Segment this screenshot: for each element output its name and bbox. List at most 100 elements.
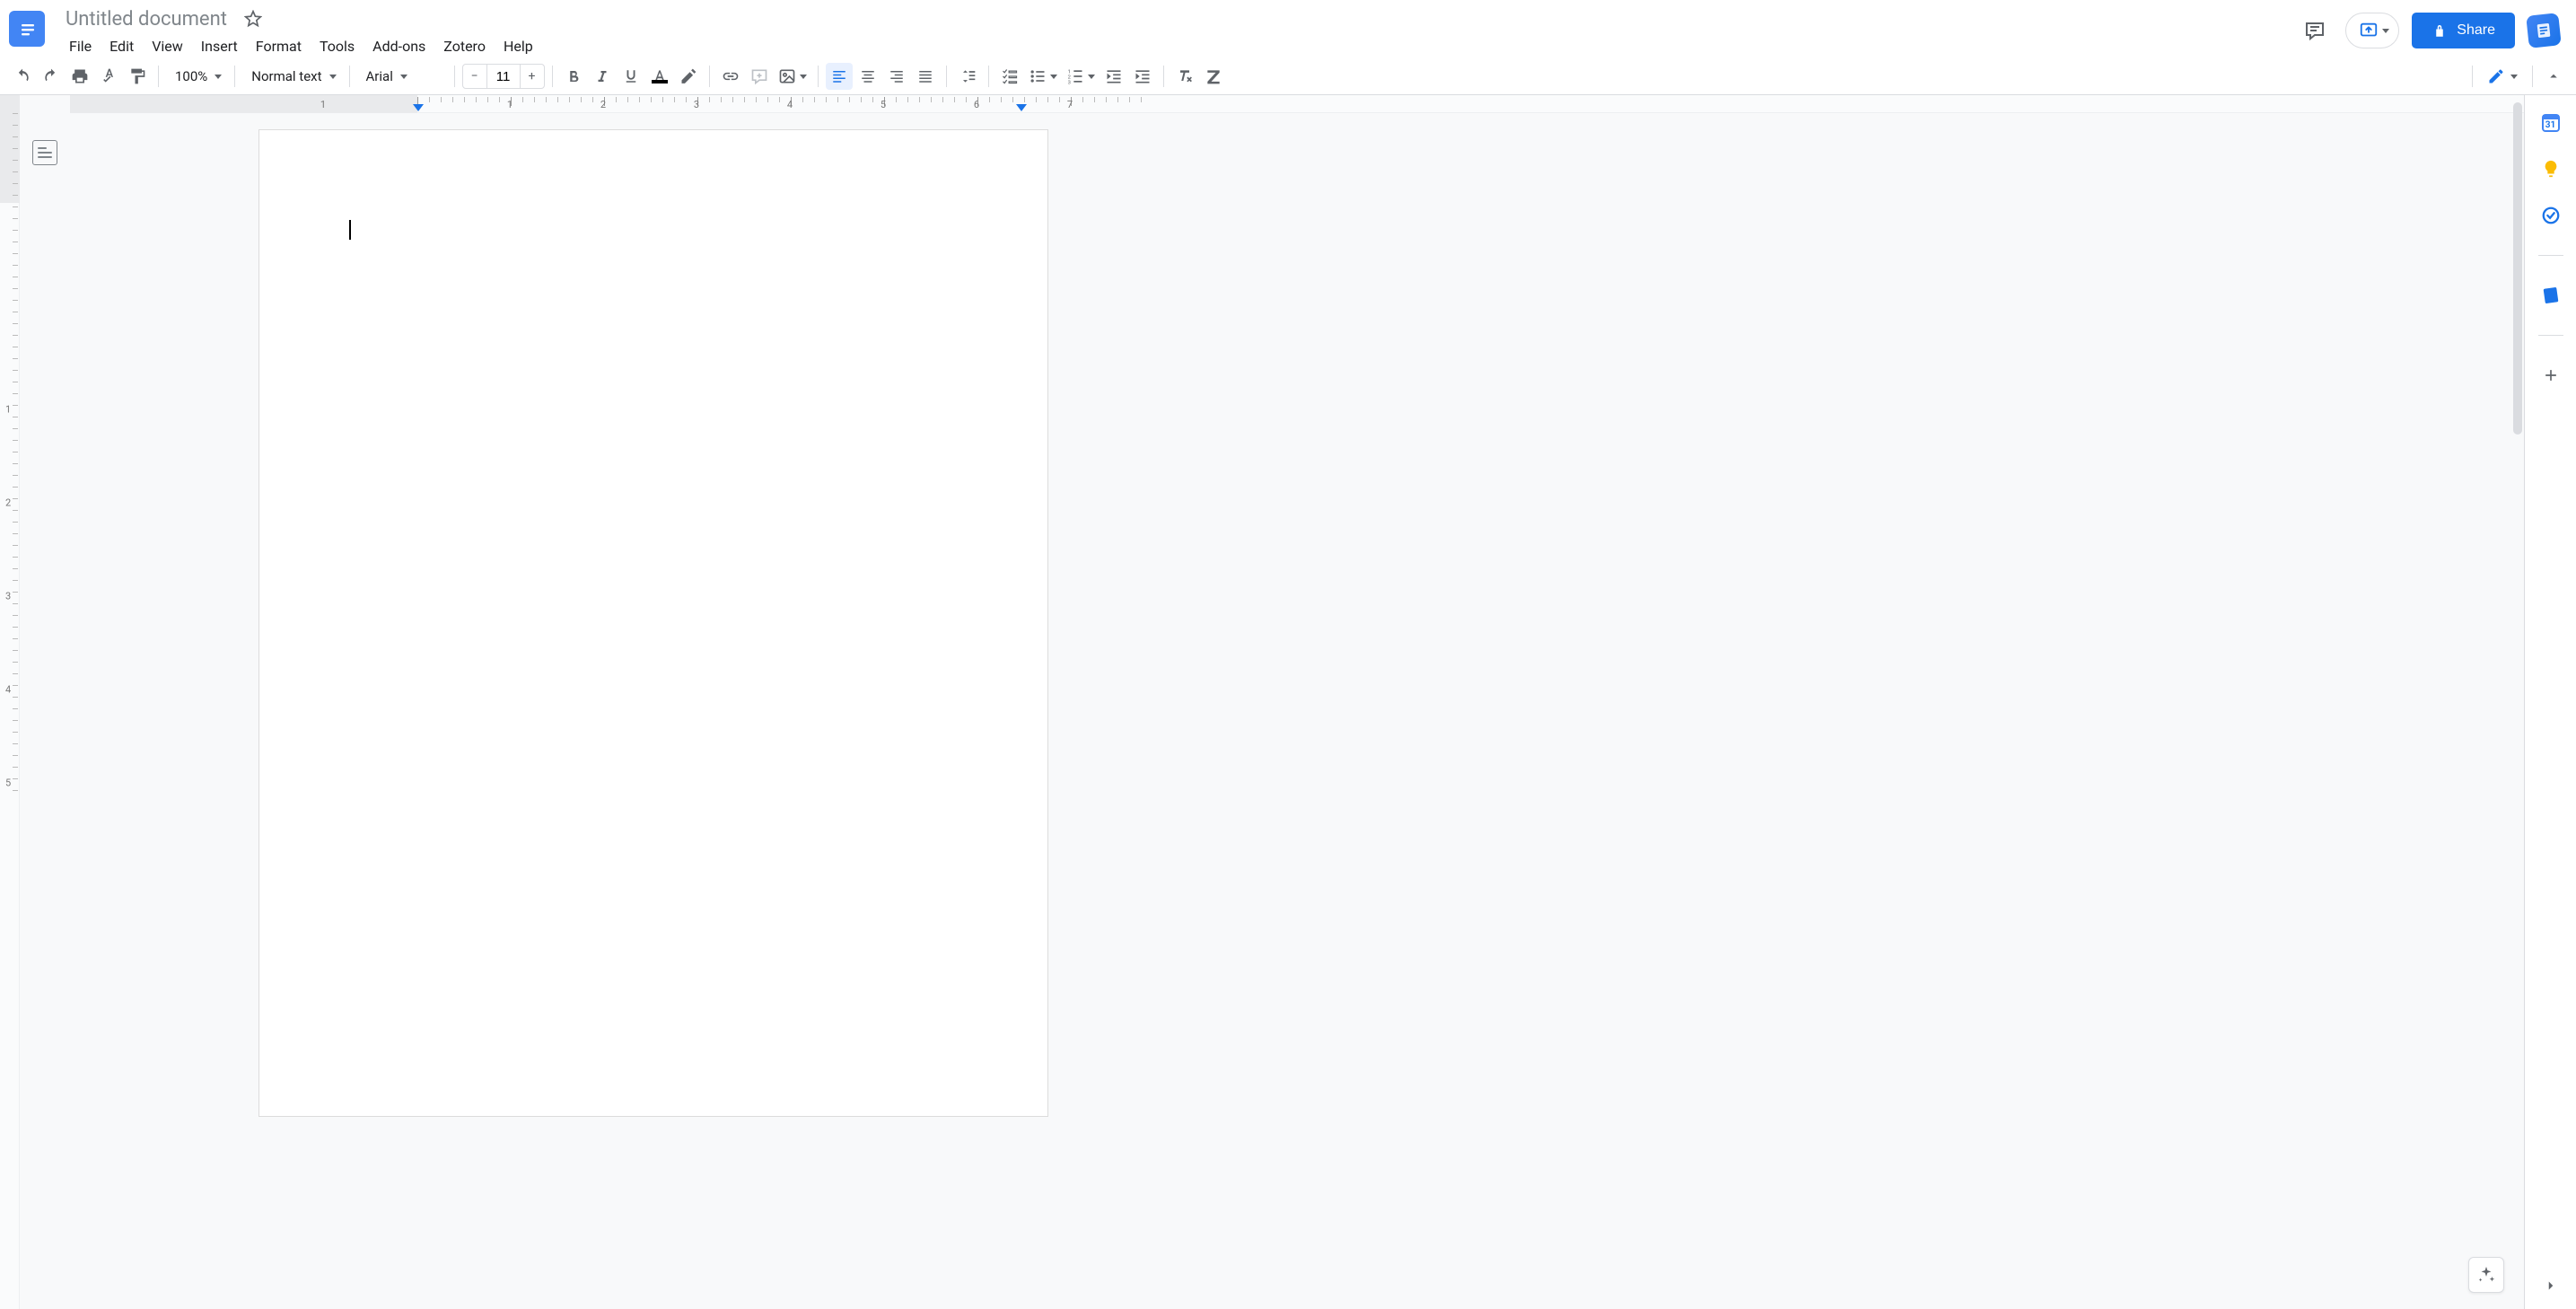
- menu-edit[interactable]: Edit: [101, 34, 142, 58]
- header-actions: Share: [2297, 13, 2560, 48]
- app-header: Untitled document File Edit View Insert …: [0, 0, 2576, 57]
- toolbar-separator: [158, 66, 159, 87]
- present-button[interactable]: [2345, 13, 2399, 48]
- chevron-down-icon: [2382, 29, 2389, 33]
- paint-format-icon[interactable]: [124, 63, 151, 90]
- toolbar-separator: [1163, 66, 1164, 87]
- chevron-down-icon: [800, 75, 807, 79]
- align-justify-icon[interactable]: [912, 63, 939, 90]
- document-canvas[interactable]: 11234567: [70, 95, 2524, 1309]
- vertical-ruler[interactable]: 12345: [0, 95, 20, 1309]
- side-panel-divider: [2538, 255, 2563, 256]
- document-title-input[interactable]: Untitled document: [61, 7, 232, 31]
- title-row: Untitled document: [61, 7, 2562, 31]
- zoom-value: 100%: [175, 68, 207, 84]
- italic-icon[interactable]: [589, 63, 616, 90]
- insert-comment-icon[interactable]: [746, 63, 773, 90]
- menu-tools[interactable]: Tools: [311, 34, 363, 58]
- calendar-day-label: 31: [2545, 120, 2555, 130]
- numbered-list-icon[interactable]: 123: [1063, 63, 1099, 90]
- paragraph-style-dropdown[interactable]: Normal text: [242, 63, 341, 90]
- side-panel-divider: [2538, 335, 2563, 336]
- workspace: 12345 11234567 31: [0, 95, 2576, 1309]
- chevron-down-icon: [215, 75, 222, 79]
- horizontal-ruler[interactable]: 11234567: [70, 95, 2524, 113]
- svg-text:3: 3: [1067, 80, 1070, 85]
- keep-icon[interactable]: [2540, 158, 2562, 180]
- toolbar-separator: [988, 66, 989, 87]
- toolbar-right: [2466, 63, 2567, 90]
- menu-help[interactable]: Help: [495, 34, 541, 58]
- chevron-down-icon: [2510, 75, 2518, 79]
- font-size-increase-button[interactable]: +: [521, 65, 544, 88]
- menu-view[interactable]: View: [144, 34, 191, 58]
- menu-insert[interactable]: Insert: [193, 34, 246, 58]
- chevron-down-icon: [1088, 75, 1095, 79]
- spellcheck-icon[interactable]: [95, 63, 122, 90]
- menu-addons[interactable]: Add-ons: [364, 34, 434, 58]
- bulleted-list-icon[interactable]: [1025, 63, 1061, 90]
- align-right-icon[interactable]: [883, 63, 910, 90]
- line-spacing-icon[interactable]: [954, 63, 981, 90]
- redo-icon[interactable]: [38, 63, 65, 90]
- menu-zotero[interactable]: Zotero: [435, 34, 494, 58]
- undo-icon[interactable]: [9, 63, 36, 90]
- font-family-value: Arial: [366, 68, 393, 84]
- zoom-dropdown[interactable]: 100%: [166, 63, 227, 90]
- bold-icon[interactable]: [560, 63, 587, 90]
- account-avatar[interactable]: [2526, 13, 2562, 48]
- comment-history-icon[interactable]: [2297, 13, 2333, 48]
- menu-format[interactable]: Format: [248, 34, 310, 58]
- font-size-group: − +: [462, 64, 545, 89]
- right-indent-marker[interactable]: [1016, 104, 1027, 111]
- docs-logo[interactable]: [9, 11, 45, 47]
- calendar-icon[interactable]: 31: [2540, 111, 2562, 133]
- chevron-down-icon: [1050, 75, 1057, 79]
- toolbar: 100% Normal text Arial − +: [0, 58, 2576, 94]
- paragraph-style-value: Normal text: [251, 68, 321, 84]
- share-button[interactable]: Share: [2412, 13, 2515, 48]
- font-family-dropdown[interactable]: Arial: [357, 63, 447, 90]
- share-label: Share: [2457, 22, 2495, 39]
- indent-decrease-icon[interactable]: [1100, 63, 1127, 90]
- left-indent-marker[interactable]: [413, 104, 424, 111]
- highlight-color-icon[interactable]: [675, 63, 702, 90]
- checklist-icon[interactable]: [996, 63, 1023, 90]
- underline-icon[interactable]: [618, 63, 644, 90]
- star-icon[interactable]: [242, 8, 264, 30]
- zotero-toolbar-icon[interactable]: [1200, 63, 1227, 90]
- chevron-down-icon: [329, 75, 337, 79]
- vertical-scrollbar[interactable]: [2513, 102, 2522, 435]
- editing-mode-dropdown[interactable]: [2480, 63, 2525, 90]
- toolbar-separator: [552, 66, 553, 87]
- toolbar-separator: [234, 66, 235, 87]
- get-addons-icon[interactable]: [2540, 365, 2562, 386]
- insert-image-icon[interactable]: [775, 63, 810, 90]
- menu-file[interactable]: File: [61, 34, 100, 58]
- contacts-icon[interactable]: [2540, 285, 2562, 306]
- explore-button[interactable]: [2468, 1257, 2504, 1293]
- text-color-swatch: [652, 80, 668, 83]
- font-size-input[interactable]: [486, 65, 521, 88]
- font-size-decrease-button[interactable]: −: [463, 65, 486, 88]
- text-cursor: [349, 220, 351, 240]
- toolbar-separator: [709, 66, 710, 87]
- insert-link-icon[interactable]: [717, 63, 744, 90]
- hide-side-panel-icon[interactable]: [2538, 1273, 2563, 1298]
- chevron-down-icon: [400, 75, 407, 79]
- toolbar-separator: [818, 66, 819, 87]
- print-icon[interactable]: [66, 63, 93, 90]
- align-left-icon[interactable]: [826, 63, 853, 90]
- title-column: Untitled document File Edit View Insert …: [61, 7, 2562, 58]
- clear-formatting-icon[interactable]: [1171, 63, 1198, 90]
- document-outline-icon[interactable]: [32, 140, 57, 165]
- document-page[interactable]: [258, 129, 1048, 1117]
- outline-column: [20, 95, 70, 1309]
- text-color-icon[interactable]: [646, 63, 673, 90]
- menu-bar: File Edit View Insert Format Tools Add-o…: [61, 34, 2562, 58]
- tasks-icon[interactable]: [2540, 205, 2562, 226]
- align-center-icon[interactable]: [854, 63, 881, 90]
- toolbar-separator: [946, 66, 947, 87]
- collapse-toolbar-icon[interactable]: [2540, 63, 2567, 90]
- indent-increase-icon[interactable]: [1129, 63, 1156, 90]
